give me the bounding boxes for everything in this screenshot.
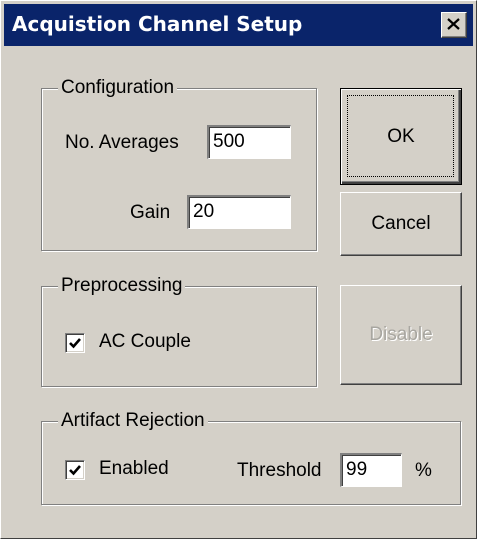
averages-input[interactable]: 500 xyxy=(207,125,291,159)
cancel-button-label: Cancel xyxy=(371,213,431,234)
dialog-title: Acquistion Channel Setup xyxy=(12,12,303,36)
dialog-window: Acquistion Channel Setup Configuration N… xyxy=(0,0,477,539)
ac-couple-label[interactable]: AC Couple xyxy=(99,331,191,353)
checkmark-icon xyxy=(69,338,81,349)
close-icon xyxy=(447,18,460,30)
artifact-enabled-checkbox[interactable] xyxy=(65,460,85,480)
disable-button-label: Disable xyxy=(369,324,433,345)
threshold-unit-label: % xyxy=(415,460,432,481)
disable-button[interactable]: Disable xyxy=(340,285,462,385)
gain-label: Gain xyxy=(130,202,171,223)
cancel-button[interactable]: Cancel xyxy=(340,192,462,256)
preprocessing-group-label: Preprocessing xyxy=(58,275,186,297)
close-button[interactable] xyxy=(441,12,467,38)
averages-label: No. Averages xyxy=(65,132,179,153)
configuration-group-label: Configuration xyxy=(58,77,178,99)
threshold-label: Threshold xyxy=(237,460,322,481)
ac-couple-checkbox[interactable] xyxy=(65,333,85,353)
artifact-rejection-group-label: Artifact Rejection xyxy=(58,410,208,432)
focus-rectangle xyxy=(347,95,454,177)
threshold-input[interactable]: 99 xyxy=(340,453,402,487)
title-bar[interactable]: Acquistion Channel Setup xyxy=(4,4,473,46)
checkmark-icon xyxy=(69,465,81,476)
gain-input[interactable]: 20 xyxy=(187,195,291,229)
artifact-enabled-label[interactable]: Enabled xyxy=(99,458,169,480)
ok-button[interactable]: OK xyxy=(340,88,462,185)
